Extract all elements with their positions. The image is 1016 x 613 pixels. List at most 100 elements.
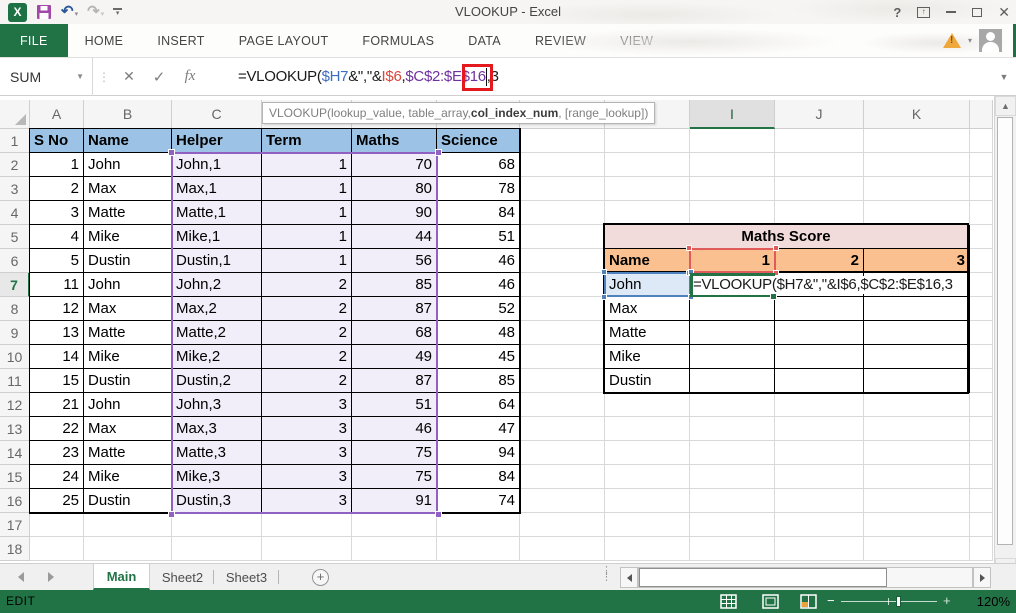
cell-E6[interactable]: 56 [352,249,437,273]
cell-K18[interactable] [864,537,970,561]
cell-I2[interactable] [690,153,775,177]
cell-G10[interactable] [520,345,605,369]
cell-C14[interactable]: Matte,3 [172,441,262,465]
row-header-10[interactable]: 10 [0,345,30,369]
cell-B9[interactable]: Matte [84,321,172,345]
cell-E9[interactable]: 68 [352,321,437,345]
cell-D16[interactable]: 3 [262,489,352,513]
cell-K12[interactable] [864,393,970,417]
cell-C17[interactable] [172,513,262,537]
cell-H4[interactable] [605,201,690,225]
cell-F10[interactable]: 45 [437,345,520,369]
cell-J2[interactable] [775,153,864,177]
fill-handle[interactable] [770,293,777,300]
cell-C3[interactable]: Max,1 [172,177,262,201]
cell-E7[interactable]: 85 [352,273,437,297]
row-header-11[interactable]: 11 [0,369,30,393]
cell-I1[interactable] [690,129,775,153]
column-header-c[interactable]: C [172,100,262,129]
row-header-2[interactable]: 2 [0,153,30,177]
zoom-in-icon[interactable]: + [943,593,951,608]
cell-J8[interactable] [775,297,864,321]
cell-E15[interactable]: 75 [352,465,437,489]
cell-I3[interactable] [690,177,775,201]
cell-C11[interactable]: Dustin,2 [172,369,262,393]
minimize-icon[interactable] [946,11,956,13]
cell-J16[interactable] [775,489,864,513]
column-header-a[interactable]: A [30,100,84,129]
cell-I10[interactable] [690,345,775,369]
cell-E11[interactable]: 87 [352,369,437,393]
cell-E17[interactable] [352,513,437,537]
ribbon-tab-page-layout[interactable]: PAGE LAYOUT [222,24,346,57]
cell-G1[interactable] [520,129,605,153]
cell-J4[interactable] [775,201,864,225]
cell-E1[interactable]: Maths [352,129,437,153]
cell-x5[interactable] [970,225,993,249]
cell-x9[interactable] [970,321,993,345]
cell-H16[interactable] [605,489,690,513]
cell-x3[interactable] [970,177,993,201]
cell-I8[interactable] [690,297,775,321]
cell-x12[interactable] [970,393,993,417]
cell-D15[interactable]: 3 [262,465,352,489]
cell-A7[interactable]: 11 [30,273,84,297]
cell-K8[interactable] [864,297,970,321]
cell-E14[interactable]: 75 [352,441,437,465]
column-header-k[interactable]: K [864,100,970,129]
cell-G5[interactable] [520,225,605,249]
sheet-nav-prev-icon[interactable] [18,572,24,582]
cell-E13[interactable]: 46 [352,417,437,441]
cell-K13[interactable] [864,417,970,441]
cell-F7[interactable]: 46 [437,273,520,297]
cell-C5[interactable]: Mike,1 [172,225,262,249]
cell-B3[interactable]: Max [84,177,172,201]
cell-I12[interactable] [690,393,775,417]
cell-x6[interactable] [970,249,993,273]
cell-G12[interactable] [520,393,605,417]
cell-K4[interactable] [864,201,970,225]
cell-F12[interactable]: 64 [437,393,520,417]
ribbon-tab-insert[interactable]: INSERT [140,24,221,57]
cell-J15[interactable] [775,465,864,489]
cell-A8[interactable]: 12 [30,297,84,321]
cell-B11[interactable]: Dustin [84,369,172,393]
cell-E8[interactable]: 87 [352,297,437,321]
cell-J18[interactable] [775,537,864,561]
cell-B16[interactable]: Dustin [84,489,172,513]
close-icon[interactable]: ✕ [998,4,1010,21]
cell-A10[interactable]: 14 [30,345,84,369]
cell-B7[interactable]: John [84,273,172,297]
cell-I13[interactable] [690,417,775,441]
cell-G17[interactable] [520,513,605,537]
cell-H10[interactable]: Mike [605,345,690,369]
cancel-button[interactable]: ✕ [118,57,140,96]
cell-F18[interactable] [437,537,520,561]
cell-J1[interactable] [775,129,864,153]
cell-A16[interactable]: 25 [30,489,84,513]
cell-G6[interactable] [520,249,605,273]
row-header-6[interactable]: 6 [0,249,30,273]
cell-H11[interactable]: Dustin [605,369,690,393]
zoom-out-icon[interactable]: − [827,593,835,608]
cell-F6[interactable]: 46 [437,249,520,273]
cell-D4[interactable]: 1 [262,201,352,225]
cell-H6[interactable]: Name [605,249,690,273]
cell-K14[interactable] [864,441,970,465]
cell-I4[interactable] [690,201,775,225]
cell-C6[interactable]: Dustin,1 [172,249,262,273]
cell-D1[interactable]: Term [262,129,352,153]
cell-x18[interactable] [970,537,993,561]
cell-C7[interactable]: John,2 [172,273,262,297]
cell-A18[interactable] [30,537,84,561]
cell-F8[interactable]: 52 [437,297,520,321]
cell-x17[interactable] [970,513,993,537]
cell-H17[interactable] [605,513,690,537]
sheet-tab-main[interactable]: Main [93,564,150,590]
active-cell-edit-text[interactable]: =VLOOKUP($H7&","&I$6,$C$2:$E$16,3 [692,276,966,294]
cell-D6[interactable]: 1 [262,249,352,273]
cell-D7[interactable]: 2 [262,273,352,297]
name-box-dropdown-icon[interactable]: ▼ [76,72,84,81]
cell-F14[interactable]: 94 [437,441,520,465]
cell-x8[interactable] [970,297,993,321]
